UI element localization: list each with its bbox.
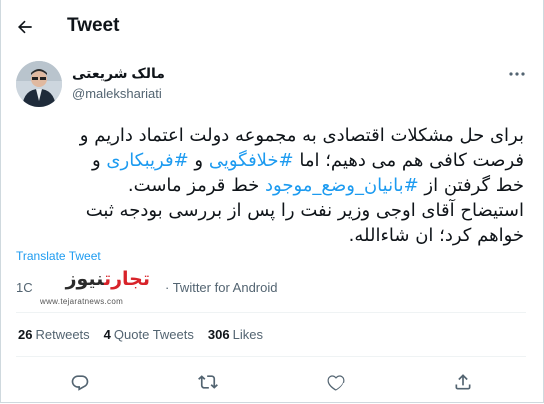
- tweet-text-segment: خط گرفتن از: [418, 175, 524, 196]
- retweet-button[interactable]: [195, 369, 221, 395]
- tweet-line: خواهم کرد؛ ان شاءالله.: [348, 225, 524, 246]
- tweet-text-segment: خط قرمز ماست.: [127, 175, 266, 196]
- watermark-url: www.tejaratnews.com: [40, 297, 124, 306]
- more-button[interactable]: [505, 64, 529, 84]
- more-icon: [509, 72, 525, 76]
- tweet-line: برای حل مشکلات اقتصادی به مجموعه دولت اع…: [79, 125, 524, 146]
- watermark-title: تجارتنیوز: [65, 268, 150, 290]
- divider: [16, 356, 526, 357]
- quote-tweets-stat[interactable]: 4 Quote Tweets: [104, 327, 194, 342]
- retweets-stat[interactable]: 26 Retweets: [18, 327, 90, 342]
- avatar[interactable]: [16, 61, 62, 107]
- tweet-text-segment: و: [91, 150, 107, 171]
- tweet-line: استیضاح آقای اوجی وزیر نفت را پس از بررس…: [85, 200, 524, 221]
- back-arrow-icon: [18, 20, 32, 34]
- tweet-text: برای حل مشکلات اقتصادی به مجموعه دولت اع…: [12, 123, 524, 248]
- tweet-line: خط گرفتن از #بانیان_وضع_موجود خط قرمز ما…: [12, 173, 524, 198]
- reply-button[interactable]: [67, 369, 93, 395]
- hashtag-link[interactable]: #بانیان_وضع_موجود: [265, 175, 419, 196]
- retweet-icon: [198, 375, 218, 389]
- like-icon: [327, 375, 345, 391]
- likes-stat[interactable]: 306 Likes: [208, 327, 263, 342]
- tweet-text-segment: فرصت کافی هم می دهیم؛ اما: [293, 150, 524, 171]
- like-button[interactable]: [323, 369, 349, 395]
- reply-icon: [71, 375, 89, 391]
- watermark-logo: تجارتنیوز www.tejaratnews.com: [36, 266, 154, 312]
- share-button[interactable]: [450, 369, 476, 395]
- hashtag-link[interactable]: #خلافگویی: [209, 150, 294, 171]
- header: Tweet: [0, 0, 542, 53]
- tweet-stats: 26 Retweets 4 Quote Tweets 306 Likes: [18, 327, 263, 342]
- hashtag-link[interactable]: #فریبکاری: [106, 150, 188, 171]
- tweet-text-segment: و: [188, 150, 209, 171]
- tweet-timestamp[interactable]: 1C: [16, 280, 33, 295]
- divider: [16, 312, 526, 313]
- author-name[interactable]: مالک شریعتی: [72, 65, 165, 82]
- tweet-source[interactable]: · Twitter for Android: [165, 280, 277, 295]
- page-title: Tweet: [67, 15, 120, 36]
- translate-tweet-link[interactable]: Translate Tweet: [16, 249, 101, 263]
- author-handle[interactable]: @malekshariati: [72, 86, 162, 101]
- share-icon: [455, 374, 471, 390]
- back-button[interactable]: [10, 12, 40, 42]
- tweet-line: فرصت کافی هم می دهیم؛ اما #خلافگویی و #ف…: [12, 148, 524, 173]
